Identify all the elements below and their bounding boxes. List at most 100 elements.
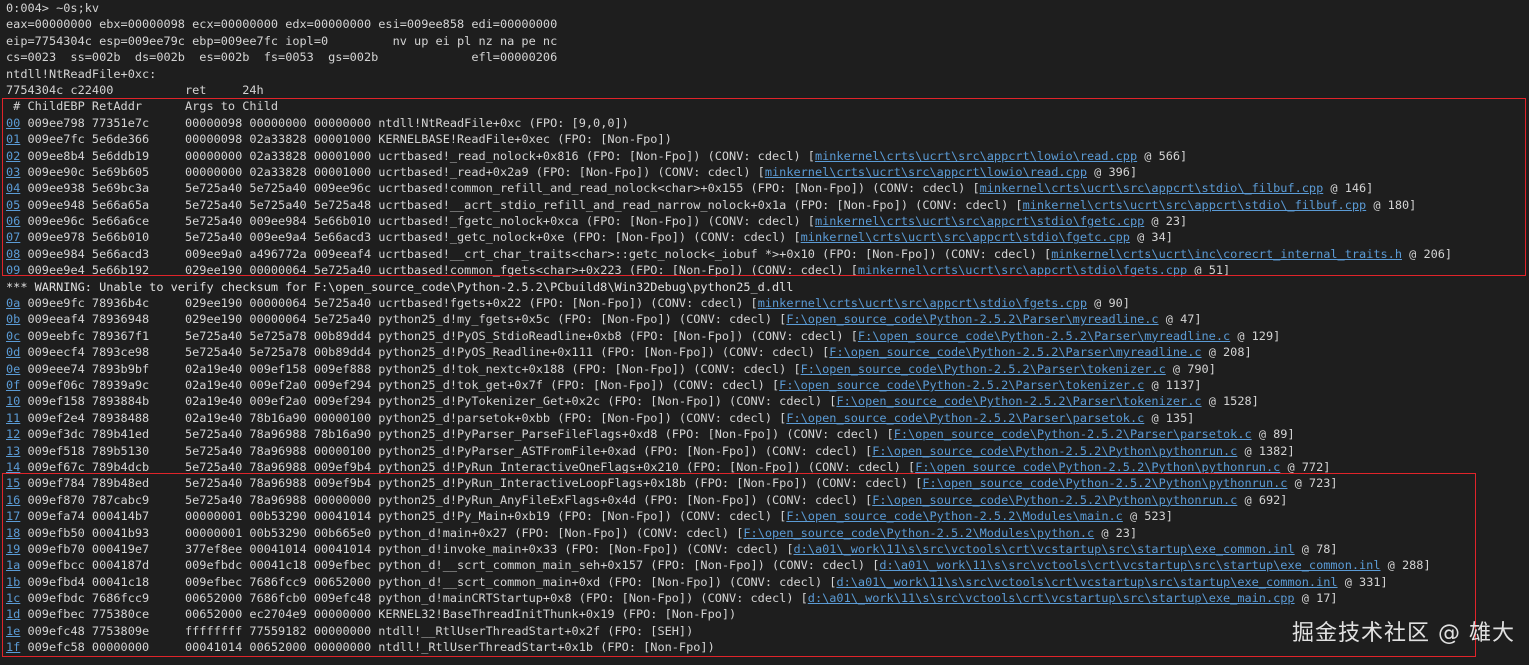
frame-text: 009ee9fc 78936b4c 029ee190 00000064 5e72… <box>20 296 758 311</box>
frame-number-link[interactable]: 17 <box>6 509 20 523</box>
source-file-link[interactable]: F:\open_source_code\Python-2.5.2\Python\… <box>872 493 1237 507</box>
source-file-link[interactable]: F:\open_source_code\Python-2.5.2\Parser\… <box>786 312 1158 326</box>
frame-number-link[interactable]: 05 <box>6 198 20 212</box>
source-file-link[interactable]: minkernel\crts\ucrt\src\appcrt\stdio\_fi… <box>1023 198 1367 212</box>
frame-number-link[interactable]: 12 <box>6 427 20 441</box>
frame-number-link[interactable]: 0b <box>6 312 20 326</box>
frame-text: 009ee9e4 5e66b192 029ee190 00000064 5e72… <box>20 263 858 278</box>
source-file-link[interactable]: d:\a01\_work\11\s\src\vctools\crt\vcstar… <box>808 591 1295 605</box>
frame-number-link[interactable]: 19 <box>6 542 20 556</box>
source-file-link[interactable]: minkernel\crts\ucrt\src\appcrt\stdio\fge… <box>815 214 1144 228</box>
source-file-link[interactable]: minkernel\crts\ucrt\src\appcrt\stdio\fge… <box>758 296 1087 310</box>
source-file-link[interactable]: F:\open_source_code\Python-2.5.2\Python\… <box>872 444 1237 458</box>
source-file-link[interactable]: d:\a01\_work\11\s\src\vctools\crt\vcstar… <box>879 558 1380 572</box>
frame-text: 009efbdc 7686fcc9 00652000 7686fcb0 009e… <box>20 591 808 606</box>
frame-number-link[interactable]: 02 <box>6 149 20 163</box>
register-line: eip=7754304c esp=009ee79c ebp=009ee7fc i… <box>6 33 558 48</box>
frame-text: 009ef2e4 78938488 02a19e40 78b16a90 0000… <box>20 410 787 425</box>
source-file-link[interactable]: F:\open_source_code\Python-2.5.2\Python\… <box>922 476 1287 490</box>
frame-text: 009ef870 787cabc9 5e725a40 78a96988 0000… <box>20 492 873 507</box>
source-line-suffix: @ 692] <box>1237 492 1288 507</box>
source-file-link[interactable]: F:\open_source_code\Python-2.5.2\Parser\… <box>786 411 1144 425</box>
source-file-link[interactable]: minkernel\crts\ucrt\src\appcrt\lowio\rea… <box>815 149 1137 163</box>
source-line-suffix: @ 23] <box>1144 214 1188 229</box>
source-file-link[interactable]: F:\open_source_code\Python-2.5.2\Modules… <box>786 509 1122 523</box>
frame-text: 009ef3dc 789b41ed 5e725a40 78a96988 78b1… <box>20 427 894 442</box>
frame-text: 009ee90c 5e69b605 00000000 02a33828 0000… <box>20 164 765 179</box>
stack-header: # ChildEBP RetAddr Args to Child <box>6 99 279 114</box>
frame-text: 009ee984 5e66acd3 009ee9a0 a496772a 009e… <box>20 246 1052 261</box>
frame-number-link[interactable]: 1b <box>6 575 20 589</box>
frame-number-link[interactable]: 0f <box>6 378 20 392</box>
source-file-link[interactable]: F:\open_source_code\Python-2.5.2\Modules… <box>743 526 1094 540</box>
frame-text: 009ef158 7893884b 02a19e40 009ef2a0 009e… <box>20 394 837 409</box>
stack-frame-row: 0d 009eecf4 7893ce98 5e725a40 5e725a78 0… <box>6 344 1529 360</box>
stack-frame-row: 08 009ee984 5e66acd3 009ee9a0 a496772a 0… <box>6 246 1529 262</box>
frame-text: 009ef06c 78939a9c 02a19e40 009ef2a0 009e… <box>20 377 780 392</box>
frame-number-link[interactable]: 1c <box>6 591 20 605</box>
source-file-link[interactable]: F:\open_source_code\Python-2.5.2\Parser\… <box>779 378 1144 392</box>
frame-number-link[interactable]: 1d <box>6 607 20 621</box>
frame-number-link[interactable]: 0e <box>6 362 20 376</box>
stack-frame-row: 05 009ee948 5e66a65a 5e725a40 5e725a40 5… <box>6 197 1529 213</box>
frame-number-link[interactable]: 1a <box>6 558 20 572</box>
stack-frame-row: 06 009ee96c 5e66a6ce 5e725a40 009ee984 5… <box>6 213 1529 229</box>
frame-number-link[interactable]: 04 <box>6 181 20 195</box>
source-file-link[interactable]: minkernel\crts\ucrt\inc\corecrt_internal… <box>1051 247 1402 261</box>
frame-number-link[interactable]: 10 <box>6 394 20 408</box>
stack-frame-row: 1c 009efbdc 7686fcc9 00652000 7686fcb0 0… <box>6 590 1529 606</box>
frame-number-link[interactable]: 1f <box>6 640 20 654</box>
frame-number-link[interactable]: 0c <box>6 329 20 343</box>
source-file-link[interactable]: F:\open_source_code\Python-2.5.2\Parser\… <box>829 345 1201 359</box>
stack-frame-row: 0f 009ef06c 78939a9c 02a19e40 009ef2a0 0… <box>6 377 1529 393</box>
frame-number-link[interactable]: 16 <box>6 493 20 507</box>
stack-frame-row: 04 009ee938 5e69bc3a 5e725a40 5e725a40 0… <box>6 180 1529 196</box>
stack-frame-row: 1a 009efbcc 0004187d 009efbdc 00041c18 0… <box>6 557 1529 573</box>
source-file-link[interactable]: F:\open_source_code\Python-2.5.2\Parser\… <box>801 362 1166 376</box>
source-file-link[interactable]: minkernel\crts\ucrt\src\appcrt\stdio\fge… <box>858 263 1187 277</box>
frame-number-link[interactable]: 18 <box>6 526 20 540</box>
frame-number-link[interactable]: 09 <box>6 263 20 277</box>
source-line-suffix: @ 206] <box>1401 246 1453 261</box>
source-file-link[interactable]: F:\open_source_code\Python-2.5.2\Parser\… <box>836 394 1201 408</box>
command-line: 0:004> ~0s;kv <box>6 1 100 15</box>
stack-frame-row: 10 009ef158 7893884b 02a19e40 009ef2a0 0… <box>6 393 1529 409</box>
source-file-link[interactable]: minkernel\crts\ucrt\src\appcrt\stdio\fge… <box>801 230 1130 244</box>
source-line-suffix: @ 208] <box>1201 345 1252 360</box>
frame-number-link[interactable]: 13 <box>6 444 20 458</box>
stack-frame-row: 11 009ef2e4 78938488 02a19e40 78b16a90 0… <box>6 410 1529 426</box>
frame-text: 009ee938 5e69bc3a 5e725a40 5e725a40 009e… <box>20 181 980 196</box>
frame-text: 009efa74 000414b7 00000001 00b53290 0004… <box>20 509 787 524</box>
frame-number-link[interactable]: 01 <box>6 132 20 146</box>
frame-number-link[interactable]: 00 <box>6 116 20 130</box>
frame-number-link[interactable]: 1e <box>6 624 20 638</box>
frame-number-link[interactable]: 03 <box>6 165 20 179</box>
frame-number-link[interactable]: 14 <box>6 460 20 474</box>
source-file-link[interactable]: F:\open_source_code\Python-2.5.2\Parser\… <box>894 427 1252 441</box>
frame-text: 009eeaf4 78936948 029ee190 00000064 5e72… <box>20 312 787 327</box>
frame-number-link[interactable]: 08 <box>6 247 20 261</box>
frame-text: 009eebfc 789367f1 5e725a40 5e725a78 00b8… <box>20 328 858 343</box>
frame-number-link[interactable]: 06 <box>6 214 20 228</box>
frame-text: 009efbd4 00041c18 009efbec 7686fcc9 0065… <box>20 574 837 589</box>
frame-text: 009efc58 00000000 00041014 00652000 0000… <box>20 640 715 655</box>
source-file-link[interactable]: d:\a01\_work\11\s\src\vctools\crt\vcstar… <box>836 575 1337 589</box>
source-line-suffix: @ 772] <box>1280 459 1331 474</box>
frame-text: 009ee948 5e66a65a 5e725a40 5e725a40 5e72… <box>20 197 1023 212</box>
source-line-suffix: @ 135] <box>1144 410 1195 425</box>
frame-number-link[interactable]: 11 <box>6 411 20 425</box>
frame-number-link[interactable]: 0a <box>6 296 20 310</box>
source-file-link[interactable]: minkernel\crts\ucrt\src\appcrt\lowio\rea… <box>765 165 1087 179</box>
frame-number-link[interactable]: 07 <box>6 230 20 244</box>
frame-number-link[interactable]: 15 <box>6 476 20 490</box>
frame-text: 009ee96c 5e66a6ce 5e725a40 009ee984 5e66… <box>20 214 815 229</box>
source-file-link[interactable]: minkernel\crts\ucrt\src\appcrt\stdio\_fi… <box>980 181 1324 195</box>
stack-frame-row: 14 009ef67c 789b4dcb 5e725a40 78a96988 0… <box>6 459 1529 475</box>
source-line-suffix: @ 396] <box>1087 164 1138 179</box>
source-file-link[interactable]: F:\open_source_code\Python-2.5.2\Python\… <box>915 460 1280 474</box>
frame-number-link[interactable]: 0d <box>6 345 20 359</box>
source-file-link[interactable]: F:\open_source_code\Python-2.5.2\Parser\… <box>858 329 1230 343</box>
current-symbol: ntdll!NtReadFile+0xc: <box>6 66 157 81</box>
stack-frame-row: 09 009ee9e4 5e66b192 029ee190 00000064 5… <box>6 262 1529 278</box>
source-file-link[interactable]: d:\a01\_work\11\s\src\vctools\crt\vcstar… <box>793 542 1294 556</box>
